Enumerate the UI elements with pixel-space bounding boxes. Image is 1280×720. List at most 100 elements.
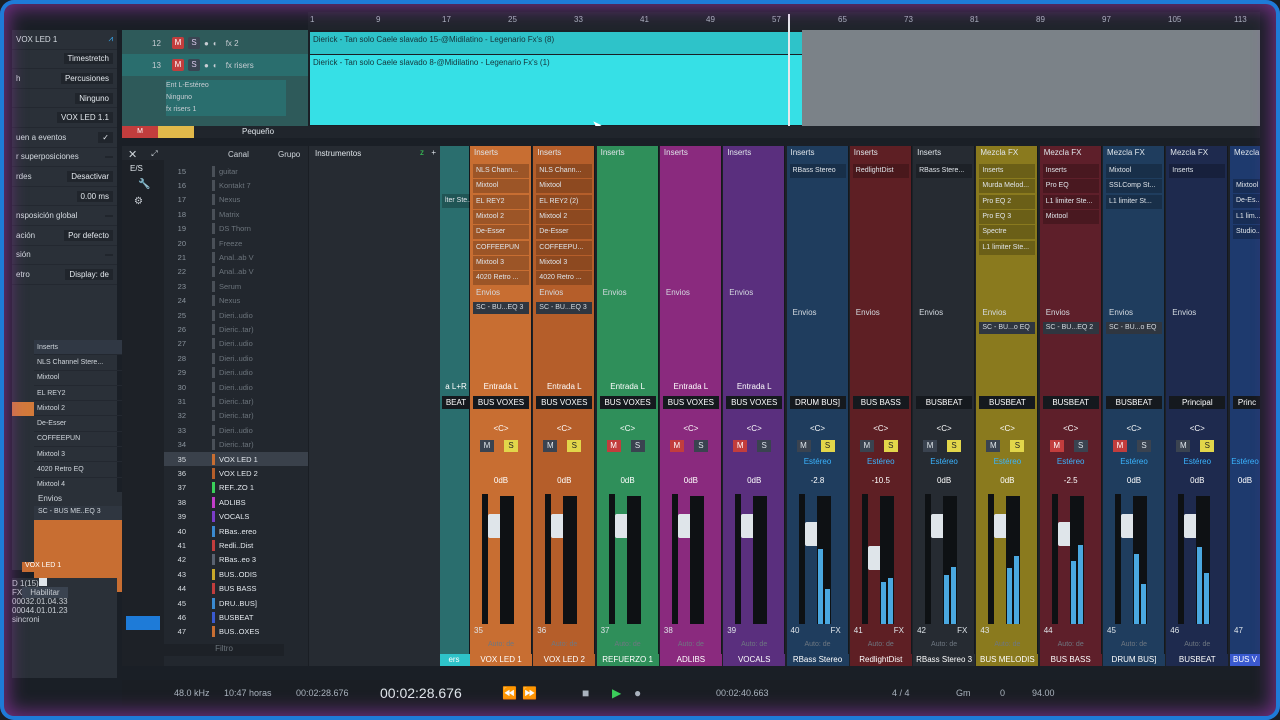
mute-button[interactable]: M (733, 440, 748, 452)
inspector-row[interactable]: Timestretch (12, 50, 117, 70)
solo-button[interactable]: S (947, 440, 962, 452)
sends-header[interactable]: Envios (1169, 308, 1225, 322)
mixer-channel[interactable]: Mezcla FX Mixtool SSLComp St... L1 limiter … (1103, 146, 1165, 666)
gain-value[interactable]: 0dB (470, 476, 532, 485)
insert-slot[interactable]: EL REY2 (2) (536, 194, 593, 209)
play-icon[interactable]: ▶ (612, 686, 621, 700)
channel-name[interactable]: RBass Stereo (786, 654, 849, 666)
channel-top-label[interactable]: Mezcla FX (976, 148, 1038, 162)
solo-button[interactable]: S (820, 440, 835, 452)
track-output-select[interactable]: Ninguno (166, 92, 286, 104)
channel-list-item[interactable]: 47 BUS..OXES (164, 625, 308, 639)
channel-name[interactable]: Redli..Dist (219, 541, 253, 550)
solo-button[interactable]: S (1200, 440, 1215, 452)
channel-name[interactable]: BUSBEAT (219, 613, 253, 622)
channel-top-label[interactable]: Inserts (913, 148, 975, 162)
channel-name[interactable]: RBas..eo 3 (219, 555, 256, 564)
automation-mode[interactable]: Auto: de (470, 641, 532, 648)
send-slot[interactable]: SC - BU...EQ 2 (1042, 322, 1099, 334)
output-select[interactable]: BUSBEAT (916, 396, 973, 409)
insert-slot[interactable]: EL REY2 (34, 386, 129, 402)
mute-button[interactable]: M (1176, 440, 1191, 452)
inspector-row-value[interactable]: Desactivar (67, 170, 113, 182)
insert-slot[interactable]: NLS Channel Stere... (34, 355, 129, 371)
start-time[interactable]: 00032.01.04.33 (12, 597, 68, 606)
insert-slot[interactable]: Mixtool 4 (34, 478, 129, 493)
insert-slot[interactable]: L1 limiter St... (1106, 194, 1162, 209)
channel-list-item[interactable]: 24 Nexus (164, 294, 308, 308)
channel-list-item[interactable]: 36 VOX LED 2 (164, 466, 308, 480)
insert-slot[interactable]: De-Esser (473, 225, 529, 240)
rewind-icon[interactable]: ⏪ (502, 686, 517, 700)
channel-name[interactable]: DS Thorn (219, 224, 251, 233)
solo-button[interactable]: S (883, 440, 898, 452)
insert-slot[interactable]: Pro EQ 3 (979, 209, 1036, 224)
pan-control[interactable]: <C> (850, 424, 912, 433)
pan-control[interactable]: <C> (723, 424, 785, 433)
channel-name[interactable]: Nexus (219, 195, 240, 204)
insert-slot[interactable]: lter Ste... (442, 194, 470, 208)
pan-control[interactable]: <C> (597, 424, 659, 433)
send-slot[interactable]: SC - BU...o EQ (979, 322, 1036, 334)
insert-slot[interactable]: Inserts (1169, 164, 1226, 178)
inspector-row-value[interactable]: Por defecto (64, 229, 113, 241)
sends-header[interactable]: Envios (790, 308, 846, 322)
insert-slot[interactable]: Mixtool (536, 179, 593, 194)
inspector-row-value[interactable]: Timestretch (63, 53, 113, 65)
inspector-row-value[interactable]: Ninguno (75, 92, 113, 104)
sends-header[interactable]: Envios (979, 308, 1035, 322)
output-select[interactable]: BUSBEAT (979, 396, 1036, 409)
zoom-select[interactable]: Pequeño (242, 127, 274, 136)
output-select[interactable]: BEAT (442, 396, 470, 409)
channel-list-item[interactable]: 45 DRU..BUS] (164, 596, 308, 610)
sends-header[interactable]: Envios (663, 288, 719, 302)
channel-name[interactable]: Anal..ab V (219, 267, 254, 276)
channel-name[interactable]: Freeze (219, 239, 242, 248)
channel-name[interactable]: ers (440, 654, 470, 666)
channel-name[interactable]: Dieri..udio (219, 368, 253, 377)
insert-slot[interactable]: Inserts (979, 164, 1036, 178)
insert-slot[interactable]: NLS Chann... (473, 164, 529, 178)
channel-top-label[interactable]: Inserts (597, 148, 659, 162)
volume-fader[interactable] (861, 494, 886, 624)
channel-name[interactable]: Dieric..tar) (219, 440, 254, 449)
channel-list-item[interactable]: 34 Dieric..tar) (164, 438, 308, 452)
insert-slot[interactable]: RBass Stereo (789, 164, 846, 178)
expand-icon[interactable]: ⤢ (151, 149, 157, 159)
insert-slot[interactable]: EL REY2 (473, 194, 529, 209)
inspector-row-value[interactable]: 0.00 ms (76, 190, 113, 202)
inspector-row-value[interactable]: ✓ (98, 131, 113, 143)
stop-icon[interactable]: ■ (582, 686, 589, 700)
instrument-list-expand-icon[interactable]: z (420, 148, 424, 157)
tempo-value[interactable]: 94.00 (1032, 688, 1055, 698)
automation-mode[interactable]: Auto: de (1103, 641, 1165, 648)
channel-list-item[interactable]: 31 Dieric..tar) (164, 394, 308, 408)
channel-name[interactable]: BUS..ODIS (219, 570, 257, 579)
gain-value[interactable]: -10.5 (850, 476, 912, 485)
inspector-row-value[interactable] (105, 155, 113, 158)
output-select[interactable]: BUS VOXES (662, 396, 719, 409)
insert-slot[interactable]: L1 limiter Ste... (1042, 194, 1099, 209)
gain-value[interactable]: 0dB (533, 476, 595, 485)
channel-list-item[interactable]: 41 Redli..Dist (164, 538, 308, 552)
volume-fader[interactable] (1178, 494, 1203, 624)
channel-list-item[interactable]: 43 BUS..ODIS (164, 567, 308, 581)
insert-slot[interactable]: Mixtool (473, 179, 529, 194)
automation-mode[interactable]: Auto: de (533, 641, 595, 648)
channel-name[interactable]: RBass Stereo 3 (913, 654, 976, 666)
channel-name[interactable]: BUS..OXES (219, 627, 259, 636)
insert-slot[interactable]: Pro EQ 2 (979, 194, 1036, 209)
channel-name[interactable]: Dieric..tar) (219, 325, 254, 334)
automation-mode[interactable]: Auto: de (1166, 641, 1228, 648)
insert-slot[interactable]: Mixtool (1233, 179, 1260, 193)
channel-name[interactable]: VOX LED 1 (470, 654, 532, 666)
insert-slot[interactable]: L1 lim... (1233, 209, 1260, 224)
position-main[interactable]: 00:02:28.676 (380, 685, 462, 701)
track-13[interactable]: 13 M S ● ◐ fx risers (122, 54, 308, 76)
global-mute-button[interactable]: M (122, 126, 158, 138)
global-solo-button[interactable] (158, 126, 194, 138)
channel-name[interactable]: RBas..ereo (219, 527, 257, 536)
output-select[interactable]: BUS VOXES (536, 396, 593, 409)
fx-button[interactable]: FX (831, 626, 841, 635)
input-select[interactable]: Entrada L (663, 382, 719, 394)
